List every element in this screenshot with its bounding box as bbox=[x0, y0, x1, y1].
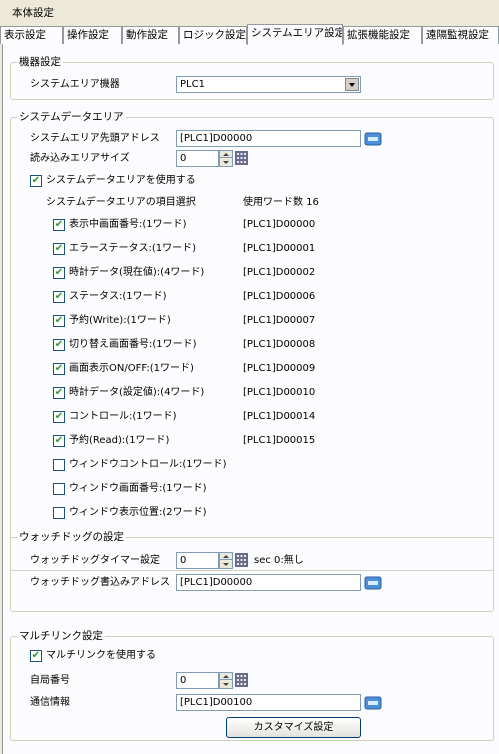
item-address: [PLC1]D00000 bbox=[243, 219, 316, 230]
address-input-icon[interactable] bbox=[364, 131, 382, 147]
item-label: ウィンドウ画面番号:(1ワード) bbox=[69, 483, 207, 494]
watchdog-group: ウォッチドッグの設定 ウォッチドッグタイマー設定 0 sec 0:無し ウォッチ… bbox=[10, 531, 494, 612]
check-icon: ✔ bbox=[54, 339, 64, 350]
item-address: [PLC1]D00014 bbox=[243, 411, 316, 422]
use-sysdata-checkbox[interactable]: ✔ bbox=[30, 175, 42, 187]
multilink-group-legend: マルチリンク設定 bbox=[17, 630, 105, 643]
item-address: [PLC1]D00008 bbox=[243, 339, 316, 350]
device-label: システムエリア機器 bbox=[30, 79, 120, 90]
item-checkbox[interactable]: ✔ bbox=[53, 435, 65, 447]
item-label: 表示中画面番号:(1ワード) bbox=[69, 219, 187, 230]
check-icon: ✔ bbox=[31, 650, 41, 661]
spinner-icon[interactable] bbox=[219, 672, 233, 689]
use-sysdata-label: システムデータエリアを使用する bbox=[46, 175, 196, 186]
item-checkbox[interactable]: ✔ bbox=[53, 387, 65, 399]
spinner-icon[interactable] bbox=[219, 552, 233, 569]
item-label: 予約(Write):(1ワード) bbox=[69, 315, 171, 326]
check-icon: ✔ bbox=[54, 435, 64, 446]
watchdog-addr-field[interactable]: [PLC1]D00000 bbox=[176, 574, 361, 591]
device-group: 機器設定 システムエリア機器 PLC1 bbox=[10, 56, 494, 100]
watchdog-timer-field[interactable]: 0 bbox=[176, 552, 219, 569]
watchdog-group-legend: ウォッチドッグの設定 bbox=[17, 531, 126, 544]
device-select-value: PLC1 bbox=[180, 79, 205, 90]
tab-action[interactable]: 動作設定 bbox=[122, 26, 179, 44]
start-addr-label: システムエリア先頭アドレス bbox=[30, 133, 160, 144]
item-label: エラーステータス:(1ワード) bbox=[69, 243, 197, 254]
tab-remote[interactable]: 遠隔監視設定 bbox=[422, 26, 499, 44]
keypad-icon[interactable] bbox=[235, 151, 248, 165]
tab-display[interactable]: 表示設定 bbox=[0, 26, 63, 44]
check-icon: ✔ bbox=[54, 387, 64, 398]
item-label: ステータス:(1ワード) bbox=[69, 291, 167, 302]
item-checkbox[interactable]: ✔ bbox=[53, 243, 65, 255]
watchdog-addr-label: ウォッチドッグ書込みアドレス bbox=[30, 577, 170, 588]
item-address: [PLC1]D00007 bbox=[243, 315, 316, 326]
tab-bar: 表示設定 操作設定 動作設定 ロジック設定 システムエリア設定 拡張機能設定 遠… bbox=[0, 24, 499, 45]
item-checkbox[interactable]: ✔ bbox=[53, 363, 65, 375]
check-icon: ✔ bbox=[54, 315, 64, 326]
watchdog-timer-unit: sec 0:無し bbox=[254, 555, 304, 566]
item-address: [PLC1]D00009 bbox=[243, 363, 316, 374]
item-checkbox[interactable] bbox=[53, 507, 65, 519]
item-address: [PLC1]D00001 bbox=[243, 243, 316, 254]
item-label: ウィンドウ表示位置:(2ワード) bbox=[69, 507, 207, 518]
check-icon: ✔ bbox=[54, 267, 64, 278]
sysdata-group: システムデータエリア システムエリア先頭アドレス [PLC1]D00000 読み… bbox=[10, 111, 494, 571]
items-header: システムデータエリアの項目選択 bbox=[46, 197, 196, 208]
keypad-icon[interactable] bbox=[235, 553, 248, 567]
tab-system-area[interactable]: システムエリア設定 bbox=[247, 24, 343, 45]
check-icon: ✔ bbox=[31, 175, 41, 186]
item-label: 予約(Read):(1ワード) bbox=[69, 435, 170, 446]
sysdata-group-legend: システムデータエリア bbox=[17, 111, 126, 124]
start-addr-field[interactable]: [PLC1]D00000 bbox=[176, 130, 361, 147]
chevron-down-icon[interactable] bbox=[345, 78, 359, 91]
item-label: コントロール:(1ワード) bbox=[69, 411, 177, 422]
tab-logic[interactable]: ロジック設定 bbox=[179, 26, 247, 44]
item-address: [PLC1]D00015 bbox=[243, 435, 316, 446]
item-checkbox[interactable] bbox=[53, 459, 65, 471]
customize-button[interactable]: カスタマイズ設定 bbox=[226, 717, 361, 738]
item-address: [PLC1]D00002 bbox=[243, 267, 316, 278]
item-label: 時計データ(現在値):(4ワード) bbox=[69, 267, 205, 278]
item-checkbox[interactable] bbox=[53, 483, 65, 495]
item-checkbox[interactable]: ✔ bbox=[53, 315, 65, 327]
item-checkbox[interactable]: ✔ bbox=[53, 291, 65, 303]
item-address: [PLC1]D00010 bbox=[243, 387, 316, 398]
item-checkbox[interactable]: ✔ bbox=[53, 219, 65, 231]
window-title: 本体設定 bbox=[12, 7, 54, 19]
tab-operation[interactable]: 操作設定 bbox=[63, 26, 122, 44]
item-label: ウィンドウコントロール:(1ワード) bbox=[69, 459, 227, 470]
item-checkbox[interactable]: ✔ bbox=[53, 267, 65, 279]
item-label: 時計データ(設定値):(4ワード) bbox=[69, 387, 205, 398]
item-label: 切り替え画面番号:(1ワード) bbox=[69, 339, 197, 350]
station-label: 自局番号 bbox=[30, 675, 70, 686]
read-size-label: 読み込みエリアサイズ bbox=[30, 153, 130, 164]
read-size-field[interactable]: 0 bbox=[176, 150, 219, 167]
multilink-group: マルチリンク設定 ✔ マルチリンクを使用する 自局番号 0 通信情報 [PLC1… bbox=[10, 630, 494, 741]
station-field[interactable]: 0 bbox=[176, 672, 219, 689]
check-icon: ✔ bbox=[54, 219, 64, 230]
words-header: 使用ワード数 16 bbox=[243, 197, 319, 208]
use-multilink-label: マルチリンクを使用する bbox=[46, 650, 156, 661]
tab-extension[interactable]: 拡張機能設定 bbox=[343, 26, 422, 44]
comm-info-field[interactable]: [PLC1]D00100 bbox=[176, 694, 361, 711]
watchdog-timer-label: ウォッチドッグタイマー設定 bbox=[30, 555, 160, 566]
spinner-icon[interactable] bbox=[219, 150, 233, 167]
address-input-icon[interactable] bbox=[364, 695, 382, 711]
device-select[interactable]: PLC1 bbox=[176, 76, 361, 93]
comm-info-label: 通信情報 bbox=[30, 697, 70, 708]
check-icon: ✔ bbox=[54, 411, 64, 422]
keypad-icon[interactable] bbox=[235, 673, 248, 687]
check-icon: ✔ bbox=[54, 363, 64, 374]
address-input-icon[interactable] bbox=[364, 575, 382, 591]
item-checkbox[interactable]: ✔ bbox=[53, 339, 65, 351]
item-checkbox[interactable]: ✔ bbox=[53, 411, 65, 423]
device-group-legend: 機器設定 bbox=[17, 56, 63, 69]
check-icon: ✔ bbox=[54, 243, 64, 254]
tab-panel: 機器設定 システムエリア機器 PLC1 システムデータエリア システムエリア先頭… bbox=[2, 44, 499, 754]
use-multilink-checkbox[interactable]: ✔ bbox=[30, 650, 42, 662]
item-label: 画面表示ON/OFF:(1ワード) bbox=[69, 363, 194, 374]
item-address: [PLC1]D00006 bbox=[243, 291, 316, 302]
check-icon: ✔ bbox=[54, 291, 64, 302]
